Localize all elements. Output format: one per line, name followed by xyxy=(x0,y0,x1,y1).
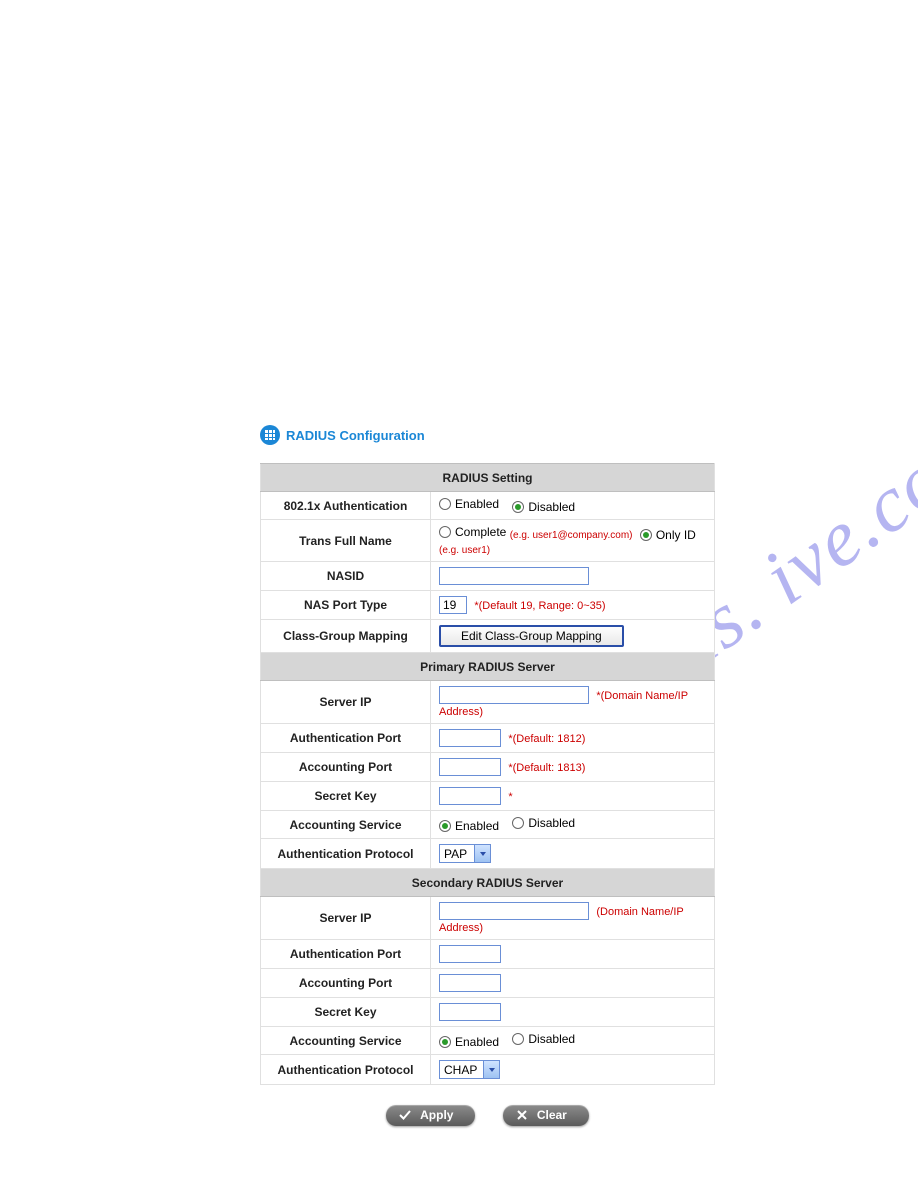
radio-label: Enabled xyxy=(455,1035,499,1049)
primary-auth-port-input[interactable] xyxy=(439,729,501,747)
secondary-server-ip-input[interactable] xyxy=(439,902,589,920)
secondary-auth-port-input[interactable] xyxy=(439,945,501,963)
hint-nas-port-type: *(Default 19, Range: 0~35) xyxy=(474,600,605,612)
label-primary-secret: Secret Key xyxy=(261,782,431,811)
secondary-auth-proto-select[interactable]: CHAP xyxy=(439,1060,500,1079)
nas-port-type-input[interactable] xyxy=(439,596,467,614)
radio-label: Disabled xyxy=(528,500,575,514)
hint-complete-example: (e.g. user1@company.com) xyxy=(510,530,633,541)
label-8021x: 802.1x Authentication xyxy=(261,492,431,520)
radio-8021x-disabled[interactable]: Disabled xyxy=(512,500,575,514)
radio-trans-onlyid[interactable]: Only ID xyxy=(640,528,696,542)
chevron-down-icon xyxy=(483,1061,499,1078)
radio-label: Enabled xyxy=(455,497,499,511)
hint-primary-auth-port: *(Default: 1812) xyxy=(508,733,585,745)
section-header-secondary: Secondary RADIUS Server xyxy=(261,869,715,897)
label-secondary-auth-port: Authentication Port xyxy=(261,940,431,969)
label-nasid: NASID xyxy=(261,562,431,591)
radio-primary-acct-enabled[interactable]: Enabled xyxy=(439,819,499,833)
label-primary-acct-port: Accounting Port xyxy=(261,753,431,782)
label-primary-auth-port: Authentication Port xyxy=(261,724,431,753)
radio-label: Only ID xyxy=(656,528,696,542)
label-primary-server-ip: Server IP xyxy=(261,681,431,724)
label-secondary-secret: Secret Key xyxy=(261,998,431,1027)
radio-8021x-enabled[interactable]: Enabled xyxy=(439,497,499,511)
label-secondary-acct-svc: Accounting Service xyxy=(261,1027,431,1055)
primary-server-ip-input[interactable] xyxy=(439,686,589,704)
label-primary-acct-svc: Accounting Service xyxy=(261,811,431,839)
hint-primary-acct-port: *(Default: 1813) xyxy=(508,762,585,774)
secondary-acct-port-input[interactable] xyxy=(439,974,501,992)
radio-secondary-acct-enabled[interactable]: Enabled xyxy=(439,1035,499,1049)
label-primary-auth-proto: Authentication Protocol xyxy=(261,839,431,869)
radio-primary-acct-disabled[interactable]: Disabled xyxy=(512,816,575,830)
grid-icon xyxy=(260,425,280,445)
hint-onlyid-example: (e.g. user1) xyxy=(439,545,490,556)
radio-trans-complete[interactable]: Complete xyxy=(439,525,506,539)
section-header-setting: RADIUS Setting xyxy=(261,464,715,492)
radio-secondary-acct-disabled[interactable]: Disabled xyxy=(512,1032,575,1046)
close-icon xyxy=(515,1108,529,1122)
primary-secret-input[interactable] xyxy=(439,787,501,805)
button-label: Clear xyxy=(537,1108,567,1122)
radio-label: Disabled xyxy=(528,816,575,830)
primary-acct-port-input[interactable] xyxy=(439,758,501,776)
footer-buttons: Apply Clear xyxy=(260,1105,715,1126)
chevron-down-icon xyxy=(474,845,490,862)
button-label: Apply xyxy=(420,1108,453,1122)
edit-class-group-button[interactable]: Edit Class-Group Mapping xyxy=(439,625,624,647)
secondary-secret-input[interactable] xyxy=(439,1003,501,1021)
check-icon xyxy=(398,1108,412,1122)
label-trans-full-name: Trans Full Name xyxy=(261,520,431,562)
radius-config-panel: RADIUS Configuration RADIUS Setting 802.… xyxy=(260,425,715,1126)
clear-button[interactable]: Clear xyxy=(503,1105,589,1126)
label-secondary-auth-proto: Authentication Protocol xyxy=(261,1055,431,1085)
select-value: CHAP xyxy=(440,1063,483,1077)
section-header-primary: Primary RADIUS Server xyxy=(261,653,715,681)
select-value: PAP xyxy=(440,847,474,861)
nasid-input[interactable] xyxy=(439,567,589,585)
apply-button[interactable]: Apply xyxy=(386,1105,475,1126)
config-table: RADIUS Setting 802.1x Authentication Ena… xyxy=(260,463,715,1085)
page-title: RADIUS Configuration xyxy=(286,428,425,443)
radio-label: Enabled xyxy=(455,819,499,833)
label-secondary-server-ip: Server IP xyxy=(261,897,431,940)
label-nas-port-type: NAS Port Type xyxy=(261,591,431,620)
hint-primary-secret: * xyxy=(508,791,512,803)
radio-label: Disabled xyxy=(528,1032,575,1046)
label-secondary-acct-port: Accounting Port xyxy=(261,969,431,998)
radio-label: Complete xyxy=(455,525,506,539)
label-class-group: Class-Group Mapping xyxy=(261,620,431,653)
primary-auth-proto-select[interactable]: PAP xyxy=(439,844,491,863)
page-title-row: RADIUS Configuration xyxy=(260,425,715,445)
